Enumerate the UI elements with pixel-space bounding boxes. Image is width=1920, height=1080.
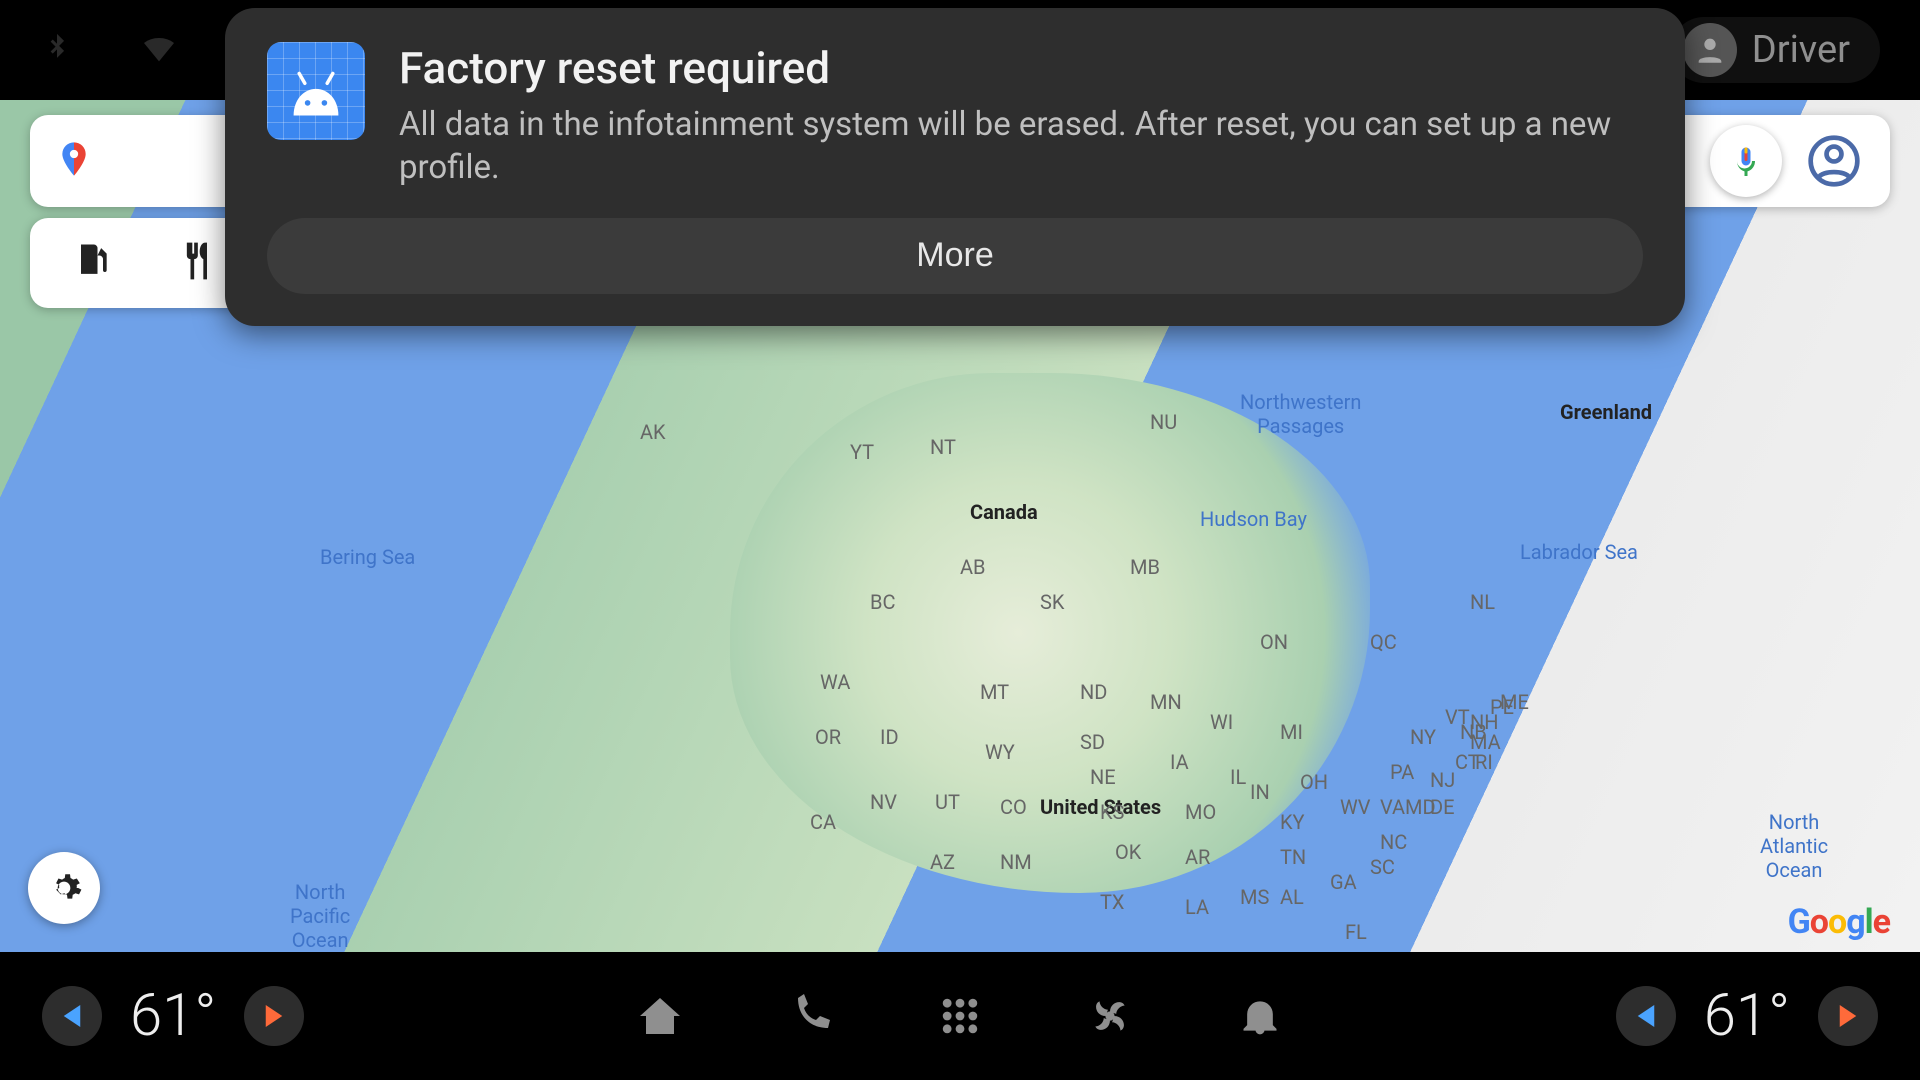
map-water-label: North Pacific Ocean [290, 880, 350, 952]
map-state-label: NY [1410, 725, 1436, 749]
map-country-label: Canada [970, 500, 1038, 524]
map-state-label: CO [1000, 795, 1027, 819]
map-state-label: MB [1130, 555, 1160, 579]
map-state-label: MT [980, 680, 1009, 704]
map-state-label: BC [870, 590, 895, 614]
map-state-label: IN [1250, 780, 1270, 804]
map-state-label: WY [985, 740, 1015, 764]
map-state-label: TX [1100, 890, 1124, 914]
temp-left-up-button[interactable] [244, 986, 304, 1046]
bottom-bar: 61° 61° [0, 952, 1920, 1080]
map-state-label: ON [1260, 630, 1288, 654]
map-state-label: NJ [1430, 768, 1455, 792]
map-state-label: ND [1080, 680, 1107, 704]
nav-icons [635, 991, 1285, 1041]
notification-card: Factory reset required All data in the i… [225, 8, 1685, 326]
map-state-label: MI [1280, 720, 1303, 744]
map-water-label: North Atlantic Ocean [1760, 810, 1828, 882]
map-state-label: PA [1390, 760, 1414, 784]
temp-right-down-button[interactable] [1616, 986, 1676, 1046]
temp-right-value: 61° [1704, 982, 1790, 1050]
map-state-label: VA [1380, 795, 1405, 819]
map-state-label: WV [1340, 795, 1370, 819]
map-state-label: OR [815, 725, 841, 749]
map-state-label: MO [1185, 800, 1216, 824]
map-state-label: AL [1280, 885, 1304, 909]
map-state-label: UT [935, 790, 960, 814]
map-state-label: IA [1170, 750, 1189, 774]
user-avatar-icon [1683, 23, 1737, 77]
map-state-label: NE [1090, 765, 1116, 789]
map-state-label: SK [1040, 590, 1064, 614]
map-state-label: TN [1280, 845, 1306, 869]
map-state-label: NT [930, 435, 956, 459]
android-icon [267, 42, 365, 140]
map-state-label: SD [1080, 730, 1105, 754]
apps-grid-icon[interactable] [935, 991, 985, 1041]
map-state-label: NU [1150, 410, 1177, 434]
notification-body: All data in the infotainment system will… [399, 104, 1643, 190]
temp-left-down-button[interactable] [42, 986, 102, 1046]
map-state-label: AK [640, 420, 666, 444]
map-state-label: KY [1280, 810, 1305, 834]
map-country-label: Greenland [1560, 400, 1652, 424]
map-state-label: OH [1300, 770, 1328, 794]
map-state-label: QC [1370, 630, 1397, 654]
map-state-label: ME [1500, 690, 1529, 714]
map-water-label: Hudson Bay [1200, 507, 1307, 531]
map-state-label: WA [820, 670, 850, 694]
map-state-label: IL [1230, 765, 1246, 789]
gas-station-icon[interactable] [70, 239, 114, 287]
map-state-label: NL [1470, 590, 1495, 614]
map-state-label: YT [850, 440, 874, 464]
map-state-label: AB [960, 555, 986, 579]
map-settings-button[interactable] [28, 852, 100, 924]
map-state-label: SC [1370, 855, 1395, 879]
map-state-label: CA [810, 810, 836, 834]
map-water-label: Labrador Sea [1520, 540, 1638, 564]
map-state-label: ID [880, 725, 899, 749]
notification-title: Factory reset required [399, 42, 1643, 94]
voice-search-button[interactable] [1710, 125, 1782, 197]
map-state-label: MD [1405, 795, 1436, 819]
notification-more-button[interactable]: More [267, 218, 1643, 294]
home-icon[interactable] [635, 991, 685, 1041]
map-state-label: KS [1100, 800, 1124, 824]
bluetooth-icon [40, 26, 74, 74]
temp-left-cluster: 61° [42, 982, 304, 1050]
restaurant-icon[interactable] [174, 239, 218, 287]
temp-right-cluster: 61° [1616, 982, 1878, 1050]
map-state-label: NV [870, 790, 897, 814]
wifi-icon [134, 28, 184, 72]
user-chip[interactable]: Driver [1671, 17, 1880, 83]
temp-right-up-button[interactable] [1818, 986, 1878, 1046]
map-state-label: WI [1210, 710, 1233, 734]
map-state-label: MN [1150, 690, 1182, 714]
map-state-label: AZ [930, 850, 955, 874]
map-state-label: NM [1000, 850, 1032, 874]
map-state-label: MS [1240, 885, 1269, 909]
google-attribution: Google [1788, 902, 1890, 942]
map-state-label: OK [1115, 840, 1141, 864]
map-water-label: Northwestern Passages [1240, 390, 1361, 438]
google-maps-pin-icon [54, 135, 94, 187]
map-state-label: NC [1380, 830, 1407, 854]
map-state-label: NH [1470, 710, 1499, 734]
notifications-bell-icon[interactable] [1235, 991, 1285, 1041]
map-state-label: GA [1330, 870, 1357, 894]
map-water-label: Bering Sea [320, 545, 415, 569]
map-state-label: FL [1345, 920, 1367, 944]
map-state-label: LA [1185, 895, 1209, 919]
user-label: Driver [1752, 28, 1850, 72]
fan-hvac-icon[interactable] [1085, 991, 1135, 1041]
account-button[interactable] [1802, 129, 1866, 193]
temp-left-value: 61° [130, 982, 216, 1050]
map-state-label: AR [1185, 845, 1210, 869]
map-state-label: VT [1445, 705, 1470, 729]
phone-icon[interactable] [785, 991, 835, 1041]
